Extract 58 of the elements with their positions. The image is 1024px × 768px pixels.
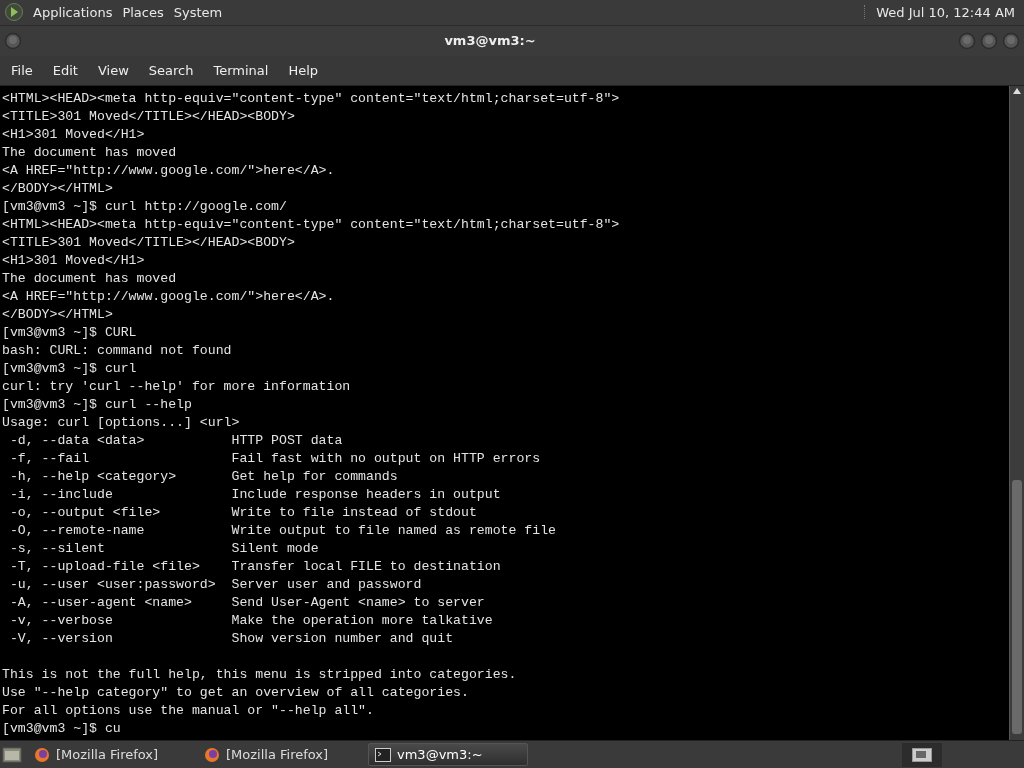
terminal-line: <H1>301 Moved</H1> (2, 125, 145, 144)
terminal-line: This is not the full help, this menu is stripped into categories. (2, 665, 517, 684)
panel-menu[interactable]: Applications (28, 2, 118, 22)
show-desktop-icon[interactable] (2, 745, 22, 764)
terminal-line: <HTML><HEAD><meta http-equiv="content-type" content="text/html;charset=utf-8"> (2, 215, 620, 234)
terminal-line: -s, --silent Silent mode (8, 539, 319, 558)
terminal-line: <A HREF="http://www.google.com/">here</A>. (2, 161, 335, 180)
terminal-line: <HTML><HEAD><meta http-equiv="content-type" content="text/html;charset=utf-8"> (2, 89, 620, 108)
taskbar-button[interactable]: vm3@vm3:~ (368, 743, 528, 767)
terminal-line: <A HREF="http://www.google.com/">here</A>. (2, 287, 335, 306)
terminal-line: </BODY></HTML> (2, 305, 113, 324)
terminal-line: -O, --remote-name Write output to file named as remote file (8, 521, 556, 540)
taskbar-button[interactable]: [Mozilla Firefox] (198, 743, 358, 767)
terminal-line: The document has moved (2, 143, 177, 162)
terminal-line: -h, --help <category> Get help for commands (8, 467, 398, 486)
terminal-line: -u, --user <user:password> Server user and password (8, 575, 422, 594)
scrollbar-thumb[interactable] (1012, 480, 1022, 735)
terminal-line: [vm3@vm3 ~]$ curl http://google.com/ (2, 197, 287, 216)
terminal-line: [vm3@vm3 ~]$ cu (2, 719, 121, 738)
terminal-line: -i, --include Include response headers in output (8, 485, 501, 504)
menu-item[interactable]: Help (281, 59, 326, 81)
panel-menu[interactable]: System (168, 2, 228, 22)
window-title: vm3@vm3:~ (443, 33, 537, 49)
terminal-line: -T, --upload-file <file> Transfer local FILE to destination (8, 557, 501, 576)
terminal-line: -o, --output <file> Write to file instead of stdout (8, 503, 477, 522)
terminal-line: -v, --verbose Make the operation more talkative (8, 611, 493, 630)
workspace-icon[interactable] (912, 747, 932, 762)
workspace-switcher[interactable] (902, 742, 942, 767)
terminal-line: [vm3@vm3 ~]$ curl --help (2, 395, 192, 414)
menu-item[interactable]: File (4, 59, 40, 81)
taskbar-button[interactable]: [Mozilla Firefox] (28, 743, 188, 767)
terminal-line: -V, --version Show version number and quit (8, 629, 454, 648)
menu-item[interactable]: View (90, 59, 136, 81)
terminal-line: [vm3@vm3 ~]$ CURL (2, 323, 137, 342)
terminal-line: Usage: curl [options...] <url> (2, 413, 240, 432)
terminal-line: <TITLE>301 Moved</TITLE></HEAD><BODY> (2, 233, 295, 252)
scrollbar[interactable] (1009, 85, 1024, 741)
terminal-line: -A, --user-agent <name> Send User-Agent <name> to server (8, 593, 485, 612)
terminal-line: <H1>301 Moved</H1> (2, 251, 145, 270)
terminal-line: <TITLE>301 Moved</TITLE></HEAD><BODY> (2, 107, 295, 126)
menu-item[interactable]: Terminal (206, 59, 276, 81)
menu-item[interactable]: Edit (45, 59, 85, 81)
browser-icon (204, 746, 220, 763)
terminal-line: bash: CURL: command not found (2, 341, 232, 360)
clock[interactable]: Wed Jul 10, 12:44 AM (871, 2, 1020, 22)
terminal-line: The document has moved (2, 269, 177, 288)
terminal-line: -f, --fail Fail fast with no output on HTTP errors (8, 449, 541, 468)
terminal-icon (375, 747, 391, 762)
menu-logo-icon[interactable] (4, 2, 24, 23)
terminal-line: For all options use the manual or "--help all". (2, 701, 374, 720)
terminal-line: </BODY></HTML> (2, 179, 113, 198)
terminal-line: [vm3@vm3 ~]$ curl (2, 359, 137, 378)
terminal-line: Use "--help category" to get an overview of all categories. (2, 683, 469, 702)
browser-icon (34, 746, 50, 763)
terminal-line: -d, --data <data> HTTP POST data (8, 431, 343, 450)
menu-item[interactable]: Search (141, 59, 201, 81)
terminal-line: curl: try 'curl --help' for more information (2, 377, 351, 396)
panel-menu[interactable]: Places (117, 2, 169, 22)
